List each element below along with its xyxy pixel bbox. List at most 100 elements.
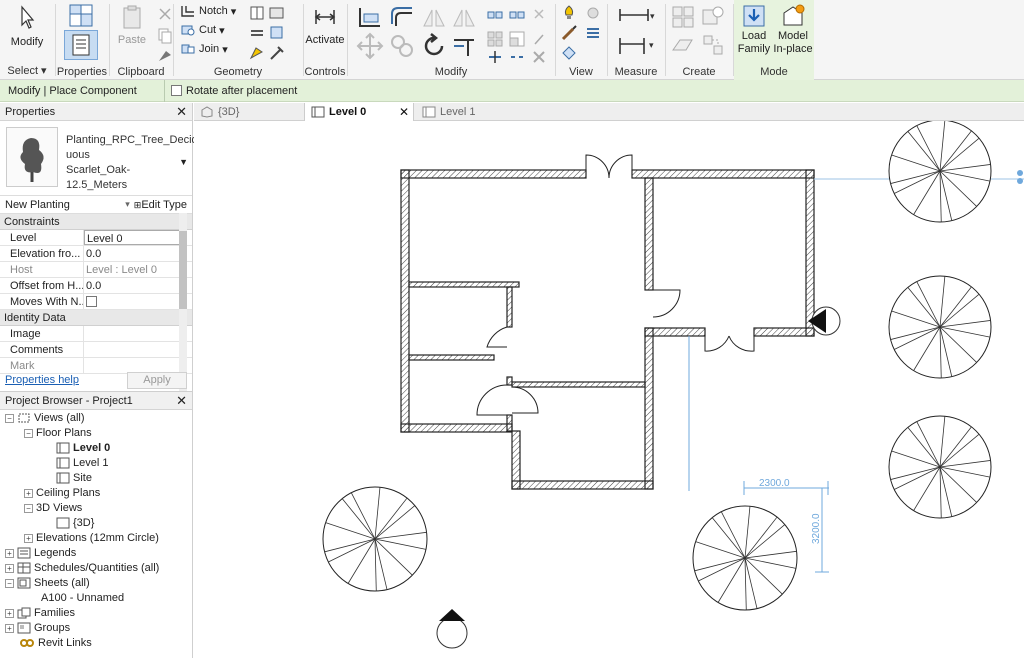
drawing-canvas[interactable]: 2300.0 3200.0 [194,119,1024,658]
model-in-place-button[interactable]: Model In-place [772,3,814,56]
wall-profile-icon[interactable] [268,24,286,42]
load-family-button[interactable]: Load Family [736,3,772,56]
rotate-after-placement-checkbox[interactable] [171,85,182,96]
scale-icon[interactable] [508,30,526,48]
beam-join-icon[interactable] [248,24,266,42]
tree-3d-views[interactable]: −3D Views [24,502,82,514]
mirror-axis-icon[interactable] [420,4,448,30]
property-row-level[interactable]: Level Level 0 [0,230,192,246]
paint-icon[interactable] [248,44,266,62]
tree-sheet-a100[interactable]: A100 - Unnamed [41,592,124,604]
tab-3d[interactable]: {3D} [194,103,304,121]
properties-scrollbar[interactable] [179,213,187,393]
tree-symbol[interactable] [888,275,992,379]
tree-symbol[interactable] [322,486,428,592]
tree-symbol[interactable] [888,415,992,519]
instance-filter[interactable]: New Planting ▾ ⊞Edit Type [0,196,192,214]
category-identity-data[interactable]: Identity Data [0,310,192,326]
building-walls[interactable] [400,169,815,490]
tree-plantings[interactable] [322,119,992,611]
tree-ceiling-plans[interactable]: + Ceiling Plans [24,487,100,499]
wall-joins-icon[interactable] [248,4,266,22]
aligned-dimension-icon[interactable]: ▾ [616,34,656,56]
demolish-icon[interactable] [268,44,286,62]
mirror-draw-icon[interactable] [450,4,478,30]
close-properties-icon[interactable]: ✕ [176,104,187,120]
trim-extend-icon[interactable] [450,32,478,60]
tree-floor-plans[interactable]: − Floor Plans [24,427,92,439]
rotate-after-placement-option[interactable]: Rotate after placement [165,85,297,97]
moves-with-nearby-checkbox[interactable] [86,296,97,307]
offset-icon[interactable] [388,4,416,30]
tree-3d[interactable]: {3D} [56,517,94,529]
type-properties-icon[interactable] [67,3,95,29]
hide-element-icon[interactable] [584,4,602,22]
type-selector[interactable]: Planting_RPC_Tree_Decid uous Scarlet_Oak… [0,121,198,196]
copy-icon[interactable] [156,26,174,44]
move-icon[interactable] [486,6,504,24]
property-row-elevation[interactable]: Elevation fro... 0.0 [0,246,192,262]
tree-sheets[interactable]: − Sheets (all) [5,577,90,589]
move-arrows-icon[interactable] [356,32,384,60]
category-constraints[interactable]: Constraints [0,214,192,230]
tree-site[interactable]: Site [56,472,92,484]
floor-plan-drawing[interactable]: 2300.0 3200.0 [194,119,1024,658]
create-group-icon[interactable] [670,32,696,58]
property-row-offset[interactable]: Offset from H... 0.0 [0,278,192,294]
tree-legends[interactable]: + Legends [5,547,76,559]
measure-distance-icon[interactable]: ▾ [616,4,656,26]
dimension-horizontal[interactable] [688,336,829,495]
tree-families[interactable]: + Families [5,607,75,619]
tree-symbol[interactable] [692,505,798,611]
activate-button[interactable]: Activate [304,4,346,47]
view-hide-icon[interactable] [560,44,578,62]
tree-revit-links[interactable]: Revit Links [19,637,92,649]
cut-button[interactable]: Cut ▾ [180,23,225,37]
apply-button[interactable]: Apply [127,371,187,389]
tree-level-0[interactable]: Level 0 [56,442,110,454]
dimension-horizontal-text[interactable]: 2300.0 [759,478,790,489]
property-row-moves-with-nearby[interactable]: Moves With N... [0,294,192,310]
notch-button[interactable]: Notch ▾ [180,4,236,18]
close-tab-icon[interactable]: ✕ [399,105,409,119]
cut-scissors-icon[interactable] [156,5,174,23]
offset-value[interactable]: 0.0 [84,278,192,293]
split-element-icon[interactable] [486,48,504,66]
instance-dropdown-icon[interactable]: ▾ [125,199,130,210]
tab-level-0[interactable]: Level 0 ✕ [304,103,414,121]
close-project-browser-icon[interactable]: ✕ [176,393,187,409]
array-icon[interactable] [486,30,504,48]
linework-lines-icon[interactable] [584,24,602,42]
rotate-icon[interactable] [420,32,448,60]
create-similar-icon[interactable] [700,32,726,58]
match-properties-icon[interactable] [156,47,174,65]
properties-help-link[interactable]: Properties help [5,374,79,386]
property-row-image[interactable]: Image [0,326,192,342]
override-graphics-icon[interactable] [560,4,578,22]
tree-elevations[interactable]: + Elevations (12mm Circle) [24,532,159,544]
delete-icon[interactable] [530,48,548,66]
type-dropdown-icon[interactable]: ▼ [179,157,188,167]
property-row-comments[interactable]: Comments [0,342,192,358]
tree-groups[interactable]: + Groups [5,622,70,634]
dimension-vertical-text[interactable]: 3200.0 [811,513,822,544]
elevation-marker-south[interactable] [436,609,468,649]
unpin-icon[interactable] [530,30,548,48]
join-button[interactable]: Join ▾ [180,42,228,56]
copy-circles-icon[interactable] [388,32,416,60]
level-value-field[interactable]: Level 0 [84,230,180,245]
create-assembly-icon[interactable] [670,4,696,30]
tree-level-1[interactable]: Level 1 [56,457,108,469]
elevation-value[interactable]: 0.0 [84,246,192,261]
split-gap-icon[interactable] [508,48,526,66]
create-parts-icon[interactable] [700,4,726,30]
align-icon[interactable] [356,4,384,30]
grip-handle[interactable] [1017,178,1023,184]
select-dropdown[interactable]: Select ▾ [0,64,54,77]
modify-button[interactable]: Modify [4,4,50,49]
properties-toggle-button[interactable] [64,30,98,60]
linework-brush-icon[interactable] [560,24,578,42]
tree-schedules[interactable]: + Schedules/Quantities (all) [5,562,159,574]
edit-type-button[interactable]: ⊞Edit Type [134,199,187,211]
grip-handle[interactable] [1017,170,1023,176]
